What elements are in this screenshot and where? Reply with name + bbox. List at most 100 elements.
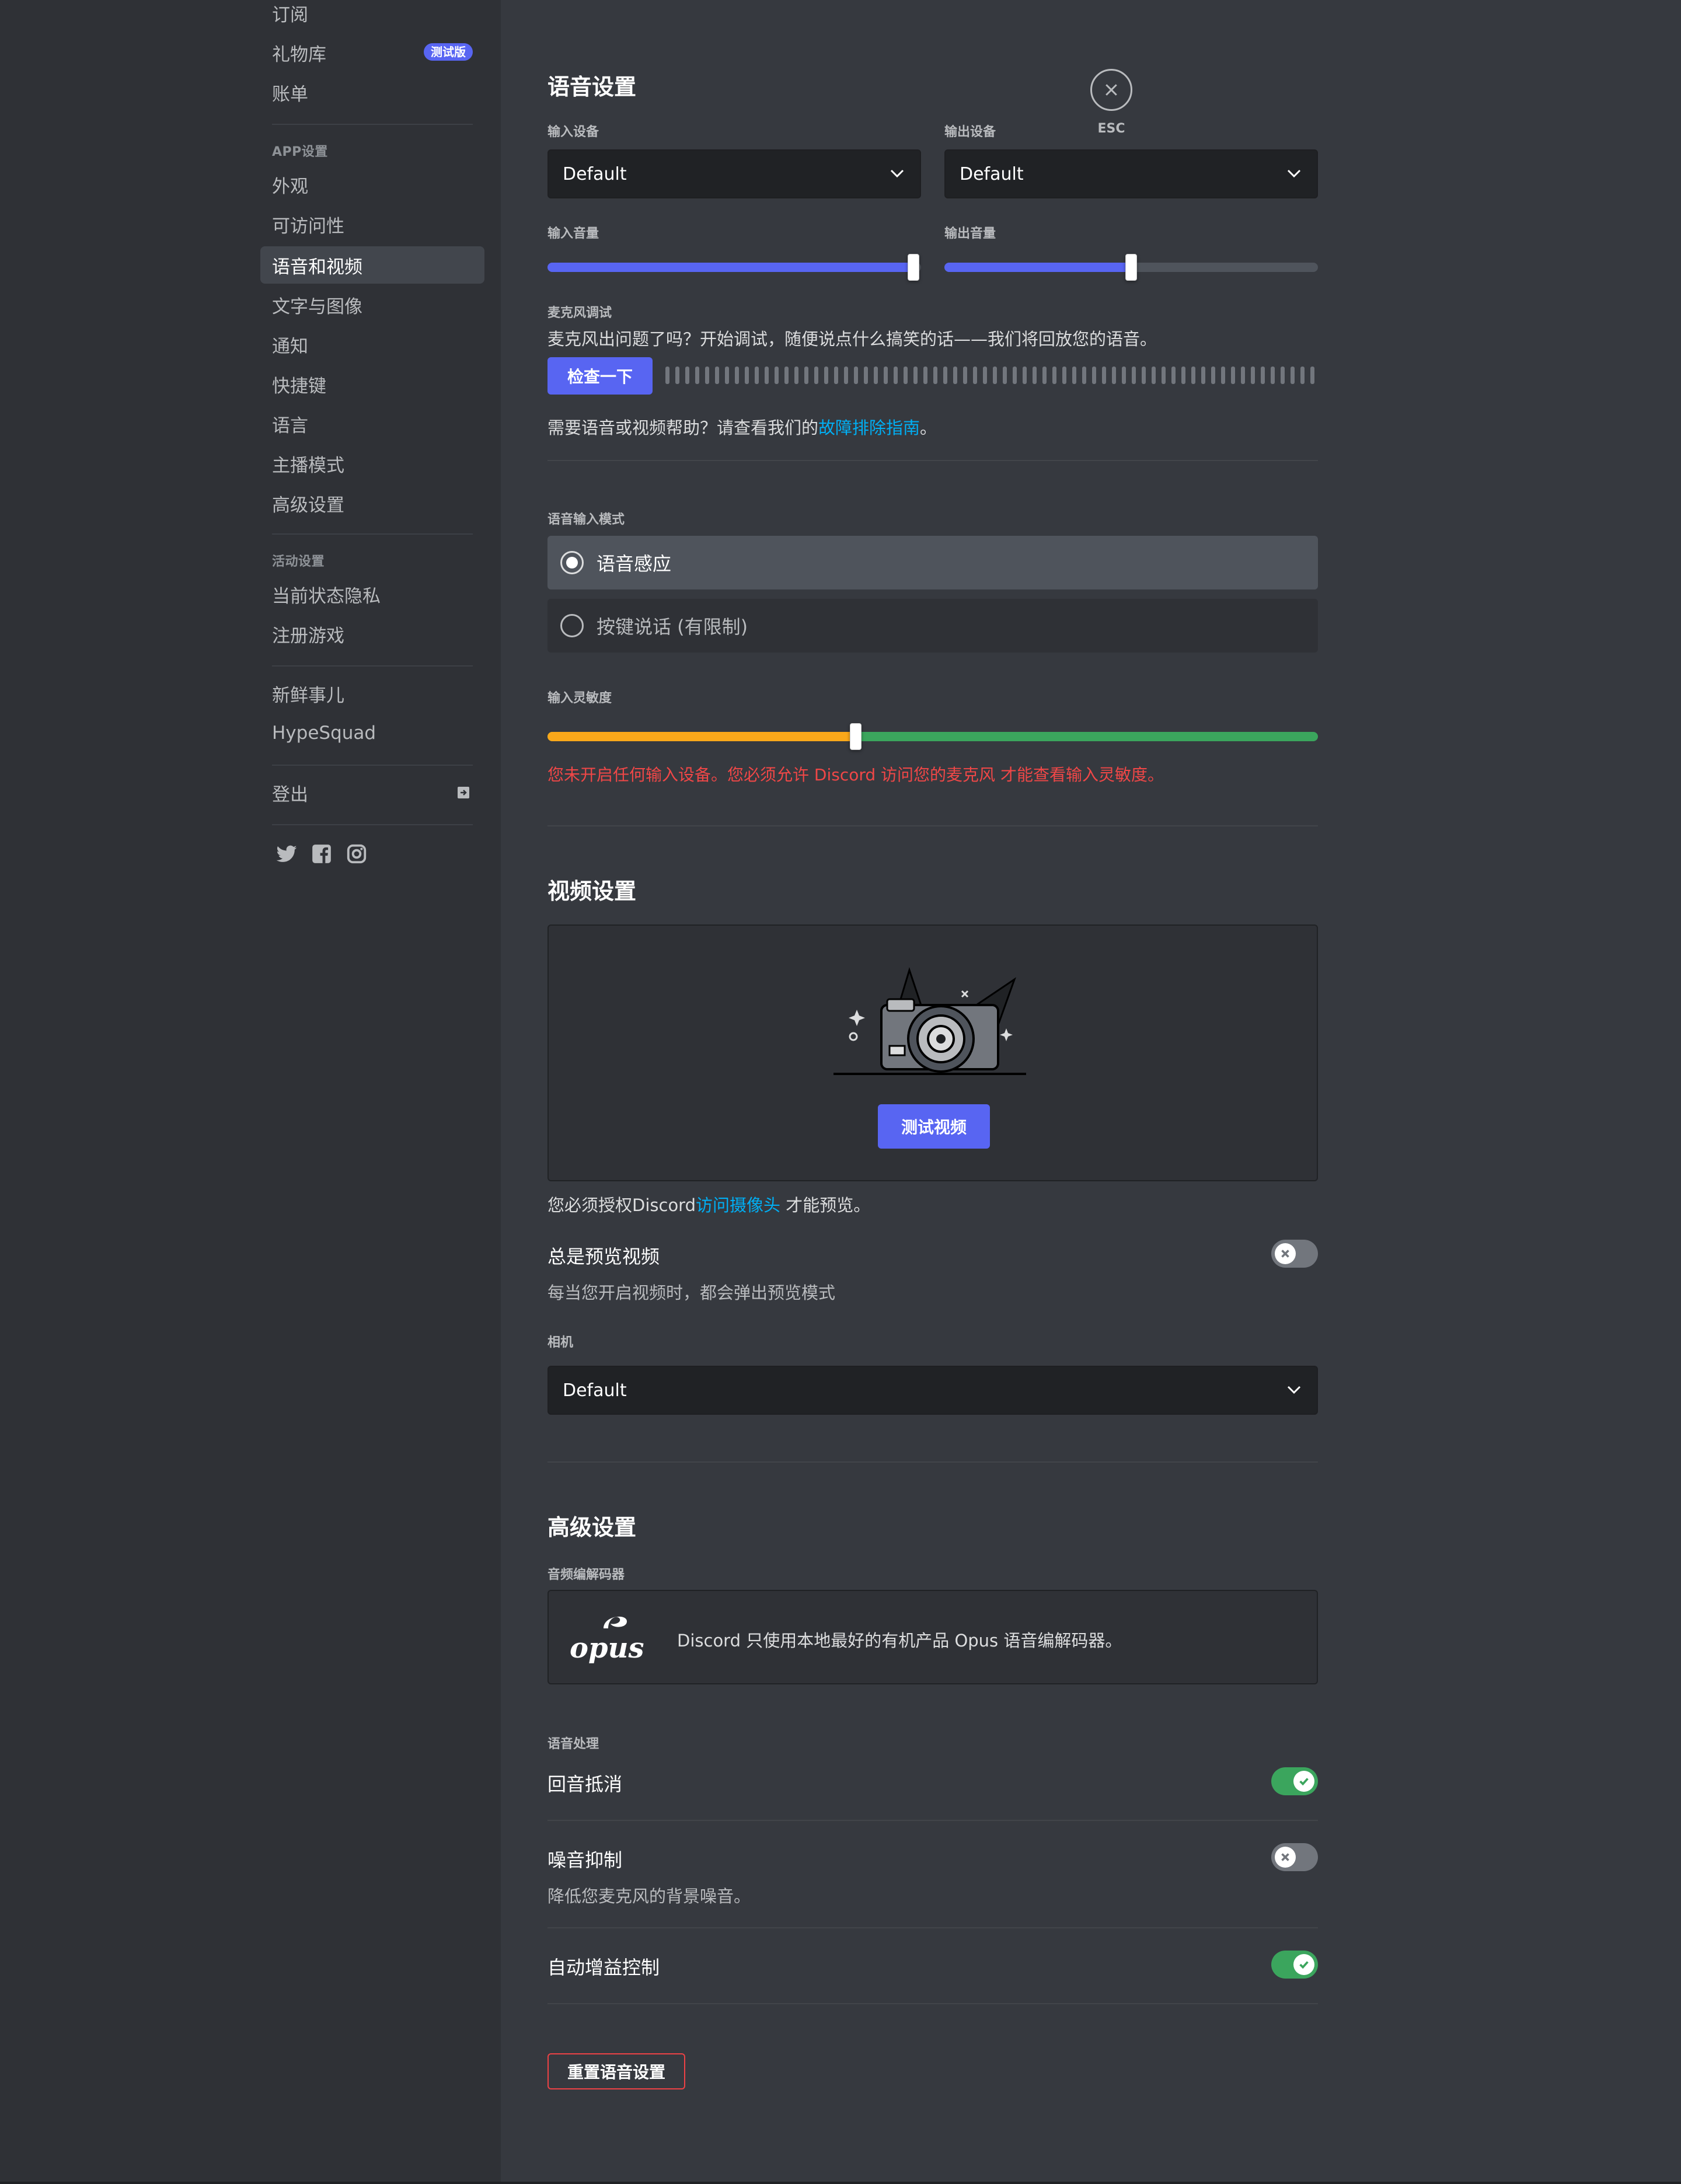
camera-access-link[interactable]: 访问摄像头 (696, 1195, 780, 1215)
sidebar-item-notifications[interactable]: 通知 (260, 326, 484, 363)
sidebar-item-registered-games[interactable]: 注册游戏 (260, 615, 484, 653)
section-divider (547, 460, 1318, 461)
sidebar-item-language[interactable]: 语言 (260, 405, 484, 442)
output-device-select[interactable]: Default (944, 149, 1318, 198)
mic-level-bar (1231, 367, 1235, 384)
mic-level-bar (745, 367, 749, 384)
sidebar-item-whats-new[interactable]: 新鲜事儿 (260, 675, 484, 712)
mic-level-bar (844, 367, 848, 384)
mic-level-bar (1033, 367, 1037, 384)
mic-level-bar (983, 367, 987, 384)
close-settings[interactable]: ESC (1090, 69, 1132, 136)
mic-level-bar (665, 367, 669, 384)
always-preview-toggle[interactable] (1271, 1240, 1318, 1268)
camera-auth-text: 您必须授权Discord访问摄像头 才能预览。 (547, 1195, 871, 1215)
sidebar-divider (272, 824, 473, 825)
mic-level-bar (1241, 367, 1245, 384)
mic-level-bar (1271, 367, 1275, 384)
mic-level-bar (814, 367, 818, 384)
always-preview-title: 总是预览视频 (547, 1245, 660, 1268)
noise-suppression-toggle[interactable] (1271, 1843, 1318, 1871)
mic-level-bar (1162, 367, 1166, 384)
row-divider (547, 1927, 1318, 1928)
camera-select[interactable]: Default (547, 1366, 1318, 1415)
mic-level-bar (765, 367, 769, 384)
mic-level-bar (784, 367, 789, 384)
sidebar-item-voice-video[interactable]: 语音和视频 (260, 246, 484, 284)
twitter-icon[interactable] (275, 843, 298, 865)
mic-level-bar (904, 367, 908, 384)
output-volume-slider[interactable] (944, 254, 1318, 281)
troubleshooting-link[interactable]: 故障排除指南 (818, 418, 920, 438)
input-volume-handle[interactable] (908, 254, 919, 281)
mic-level-bar (1112, 367, 1116, 384)
sidebar-item-gift-inventory[interactable]: 礼物库 测试版 (260, 34, 484, 71)
sidebar-item-activity-privacy[interactable]: 当前状态隐私 (260, 575, 484, 613)
close-icon[interactable] (1090, 69, 1132, 111)
mic-level-bar (804, 367, 808, 384)
sidebar-item-text-images[interactable]: 文字与图像 (260, 286, 484, 323)
sidebar-item-billing[interactable]: 账单 (260, 74, 484, 111)
mic-level-bar (1122, 367, 1126, 384)
agc-toggle[interactable] (1271, 1951, 1318, 1979)
mic-level-bar (834, 367, 838, 384)
mic-check-button[interactable]: 检查一下 (547, 357, 653, 395)
codec-card: opus Discord 只使用本地最好的有机产品 Opus 语音编解码器。 (547, 1590, 1318, 1684)
input-volume-slider[interactable] (547, 254, 921, 281)
advanced-settings-title: 高级设置 (547, 1515, 637, 1540)
input-volume-fill (547, 263, 913, 272)
mic-test-label: 麦克风调试 (547, 306, 612, 320)
input-mode-label: 语音输入模式 (547, 512, 625, 527)
mic-level-bar (1102, 367, 1106, 384)
mic-level-bar (1003, 367, 1007, 384)
mic-level-bar (1132, 367, 1136, 384)
sidebar-divider (272, 124, 473, 125)
mic-level-bar (1310, 367, 1314, 384)
radio-push-to-talk[interactable]: 按键说话 (有限制) (547, 599, 1318, 653)
reset-voice-settings-button[interactable]: 重置语音设置 (547, 2053, 685, 2089)
mic-level-bar (923, 367, 927, 384)
logout-icon (458, 787, 469, 798)
instagram-icon[interactable] (346, 843, 368, 865)
mic-level-bar (953, 367, 957, 384)
mic-level-bar (824, 367, 828, 384)
test-video-button[interactable]: 测试视频 (878, 1104, 990, 1149)
mic-level-bar (874, 367, 878, 384)
sidebar-item-advanced[interactable]: 高级设置 (260, 484, 484, 522)
voice-processing-label: 语音处理 (547, 1737, 599, 1752)
noise-suppression-description: 降低您麦克风的背景噪音。 (547, 1886, 751, 1906)
input-device-select[interactable]: Default (547, 149, 921, 198)
output-volume-handle[interactable] (1125, 254, 1137, 281)
sidebar-item-hypesquad[interactable]: HypeSquad (260, 714, 484, 752)
radio-voice-activity[interactable]: 语音感应 (547, 536, 1318, 589)
mic-level-bar (993, 367, 997, 384)
mic-level-bar (1042, 367, 1047, 384)
sensitivity-slider[interactable] (547, 723, 1318, 750)
radio-selected-icon (560, 551, 584, 574)
mic-level-bar (775, 367, 779, 384)
opus-logo: opus (570, 1611, 657, 1665)
noise-suppression-label: 噪音抑制 (547, 1849, 623, 1871)
sidebar-item-appearance[interactable]: 外观 (260, 166, 484, 203)
sensitivity-label: 输入灵敏度 (547, 691, 612, 706)
mic-level-bar (1082, 367, 1086, 384)
mic-level-bar (894, 367, 898, 384)
row-divider (547, 2003, 1318, 2004)
mic-level-bar (1142, 367, 1146, 384)
mic-level-bar (933, 367, 937, 384)
mic-level-bar (1062, 367, 1066, 384)
input-volume-label: 输入音量 (547, 226, 599, 241)
sidebar-item-logout[interactable]: 登出 (260, 774, 484, 811)
sidebar-item-streamer-mode[interactable]: 主播模式 (260, 445, 484, 482)
mic-level-bar (1291, 367, 1295, 384)
mic-level-bar (1251, 367, 1255, 384)
echo-cancellation-toggle[interactable] (1271, 1767, 1318, 1795)
mic-level-bar (1072, 367, 1076, 384)
facebook-icon[interactable] (311, 843, 333, 865)
mic-level-bar (1152, 367, 1156, 384)
sidebar-item-subscriptions[interactable]: 订阅 (260, 0, 484, 32)
sensitivity-handle[interactable] (850, 723, 862, 750)
sidebar-item-keybinds[interactable]: 快捷键 (260, 365, 484, 403)
always-preview-description: 每当您开启视频时，都会弹出预览模式 (547, 1283, 836, 1303)
sidebar-item-accessibility[interactable]: 可访问性 (260, 205, 484, 243)
